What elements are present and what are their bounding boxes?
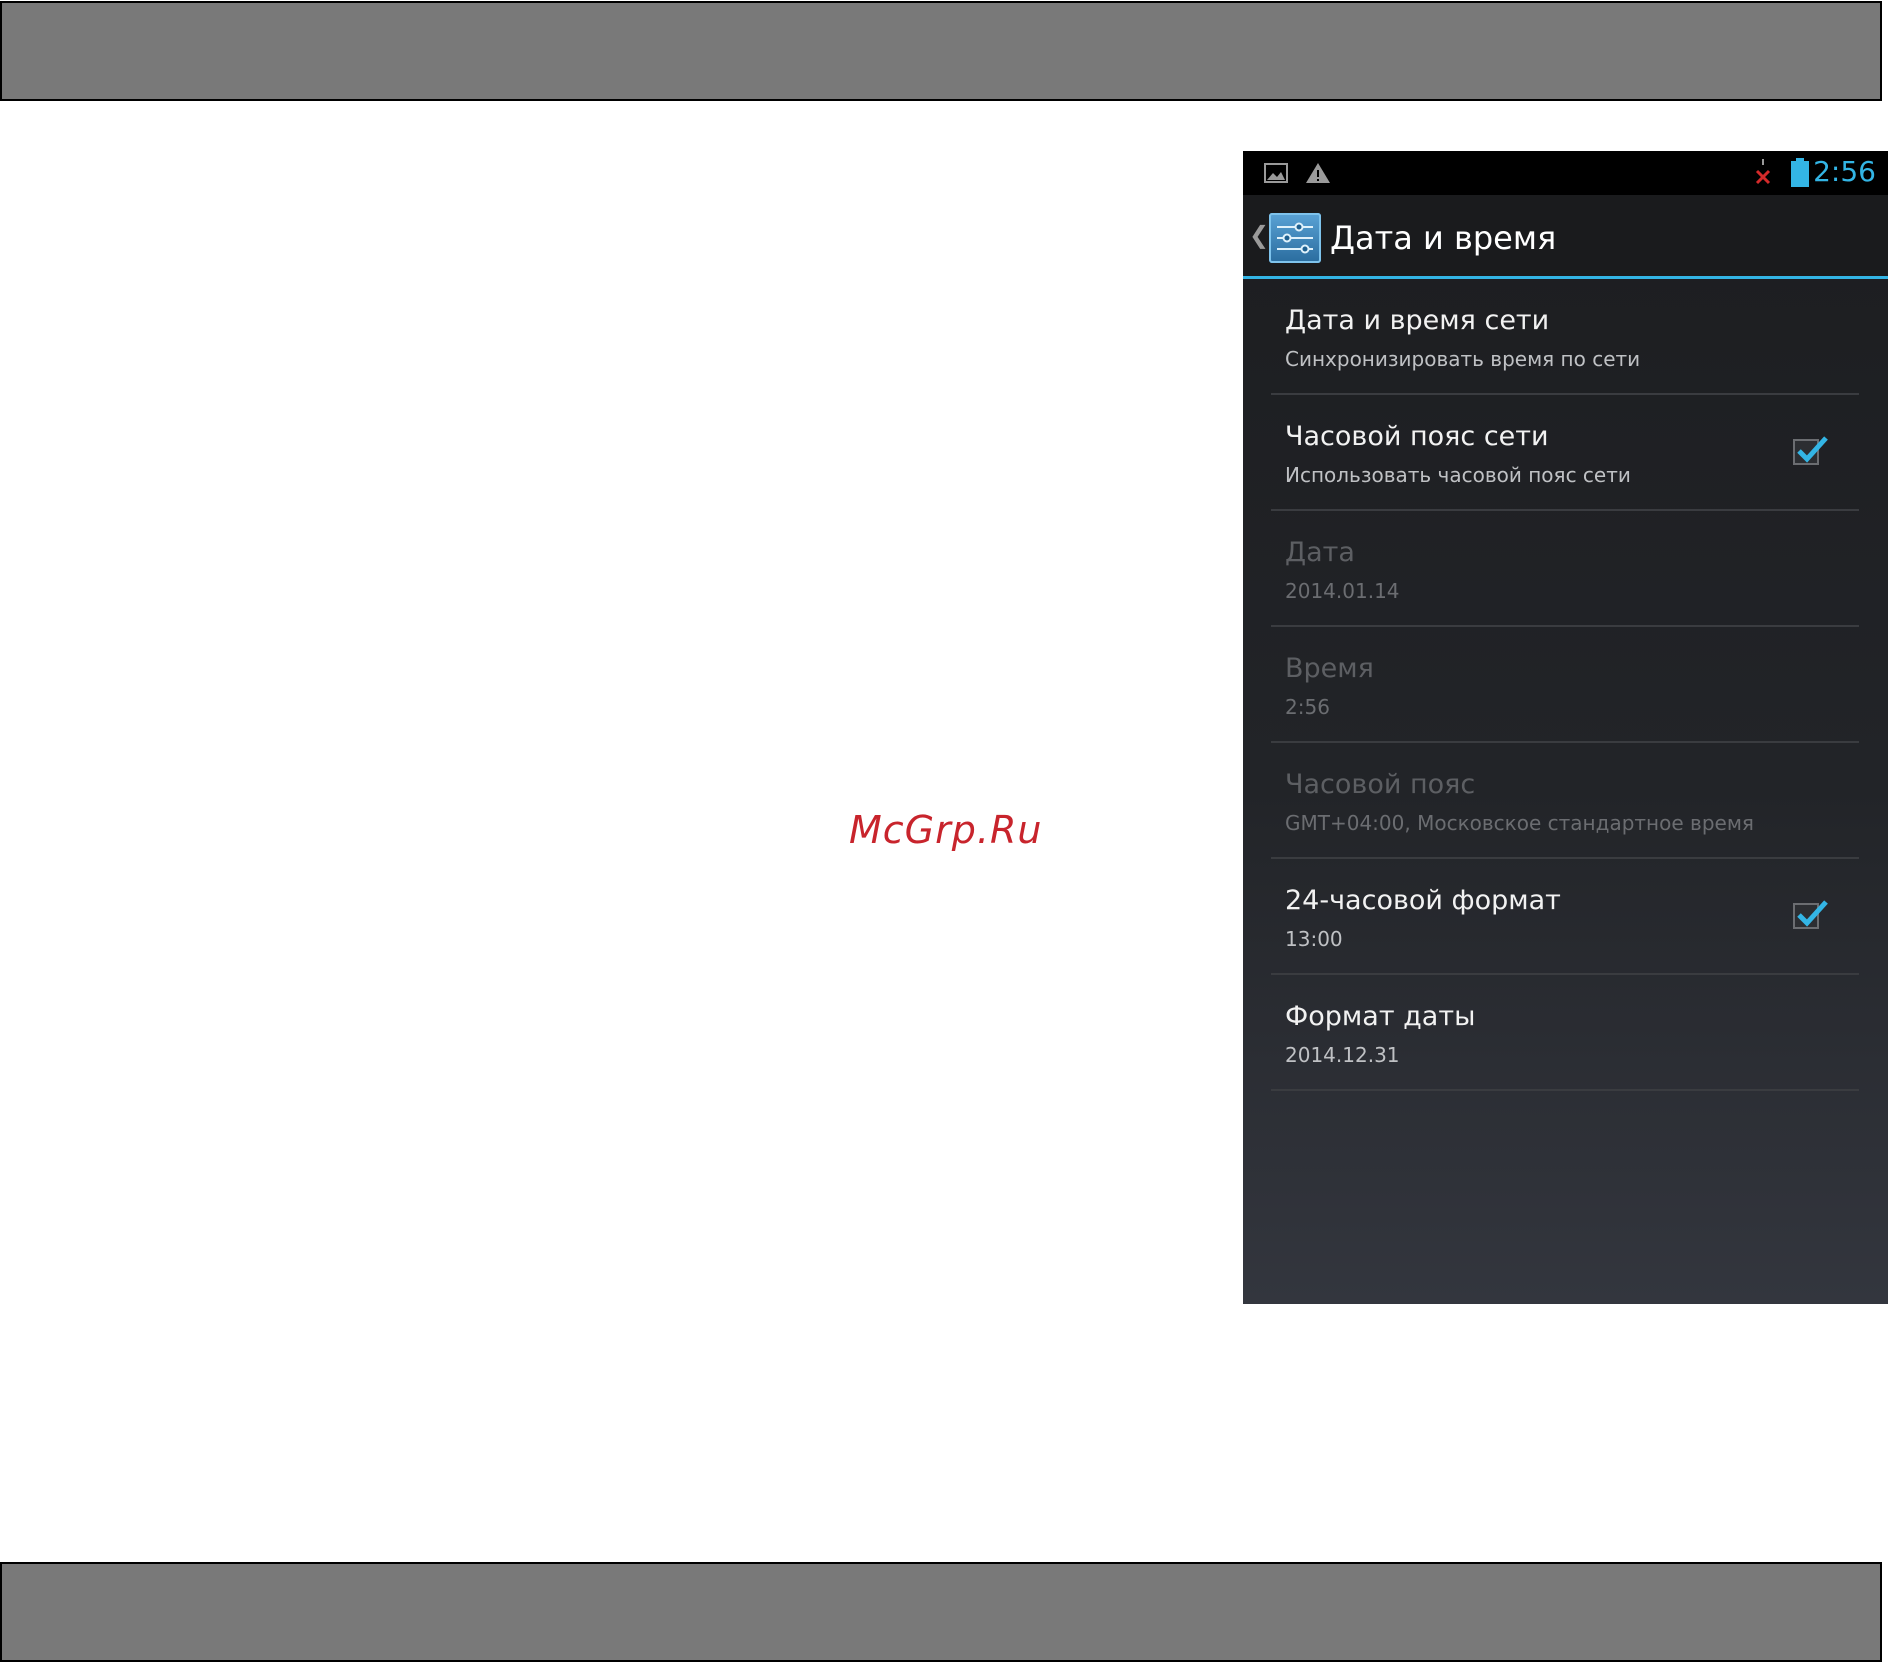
preference-list: Дата и время сети Синхронизировать время… bbox=[1271, 279, 1859, 1091]
checkmark-icon bbox=[1797, 436, 1828, 463]
checkmark-icon bbox=[1797, 900, 1828, 927]
pref-summary: Синхронизировать время по сети bbox=[1285, 347, 1641, 371]
pref-title: 24-часовой формат bbox=[1285, 885, 1561, 916]
status-bar: 2:56 bbox=[1243, 151, 1888, 195]
page-footer-band bbox=[0, 1562, 1882, 1662]
pref-date-format[interactable]: Формат даты 2014.12.31 bbox=[1271, 975, 1859, 1091]
network-timezone-checkbox[interactable] bbox=[1793, 436, 1828, 465]
pref-title: Формат даты bbox=[1285, 1001, 1476, 1032]
pref-title: Дата bbox=[1285, 537, 1355, 568]
pref-title: Дата и время сети bbox=[1285, 305, 1550, 336]
pref-network-datetime[interactable]: Дата и время сети Синхронизировать время… bbox=[1271, 279, 1859, 395]
status-time: 2:56 bbox=[1813, 155, 1876, 188]
battery-icon bbox=[1789, 157, 1811, 193]
watermark: McGrp.Ru bbox=[849, 808, 1043, 852]
image-icon bbox=[1263, 161, 1289, 189]
pref-summary: 2:56 bbox=[1285, 695, 1330, 719]
page-header-band bbox=[0, 1, 1882, 101]
pref-summary: GMT+04:00, Московское стандартное время bbox=[1285, 811, 1754, 835]
pref-summary: 13:00 bbox=[1285, 927, 1343, 951]
pref-date: Дата 2014.01.14 bbox=[1271, 511, 1859, 627]
warning-icon bbox=[1305, 161, 1331, 189]
pref-title: Время bbox=[1285, 653, 1374, 684]
24-hour-format-checkbox[interactable] bbox=[1793, 900, 1828, 929]
pref-summary: 2014.01.14 bbox=[1285, 579, 1400, 603]
pref-time: Время 2:56 bbox=[1271, 627, 1859, 743]
pref-24-hour-format[interactable]: 24-часовой формат 13:00 bbox=[1271, 859, 1859, 975]
pref-summary: 2014.12.31 bbox=[1285, 1043, 1400, 1067]
up-chevron-icon[interactable]: ❮ bbox=[1249, 221, 1269, 249]
pref-title: Часовой пояс bbox=[1285, 769, 1476, 800]
page-title: Дата и время bbox=[1330, 219, 1557, 257]
pref-timezone: Часовой пояс GMT+04:00, Московское станд… bbox=[1271, 743, 1859, 859]
android-screen: 2:56 ❮ Дата и время Дата и время сети Си… bbox=[1243, 151, 1888, 1304]
no-signal-icon bbox=[1753, 157, 1773, 191]
pref-network-timezone[interactable]: Часовой пояс сети Использовать часовой п… bbox=[1271, 395, 1859, 511]
action-bar: ❮ Дата и время bbox=[1243, 195, 1888, 279]
settings-sliders-icon[interactable] bbox=[1269, 213, 1321, 263]
pref-summary: Использовать часовой пояс сети bbox=[1285, 463, 1631, 487]
pref-title: Часовой пояс сети bbox=[1285, 421, 1549, 452]
